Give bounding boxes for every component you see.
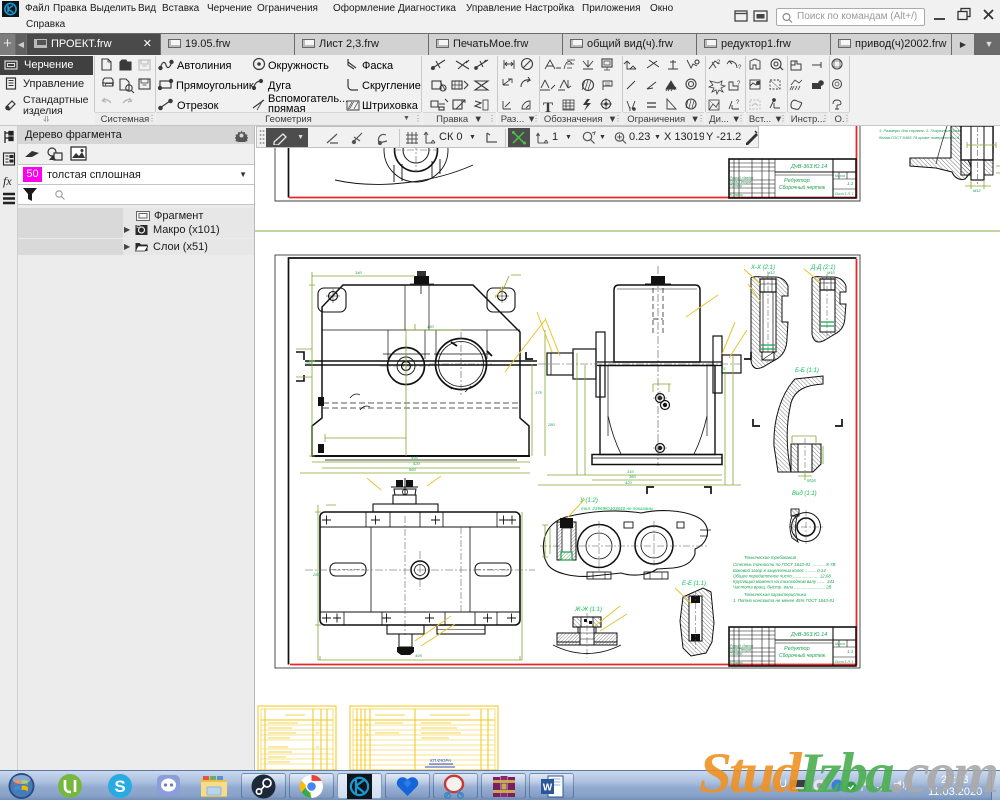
- svg-text:260: 260: [312, 572, 320, 577]
- svg-text:Технические требования: Технические требования: [744, 555, 797, 560]
- svg-text:М12: М12: [767, 270, 776, 275]
- svg-text:?: ?: [737, 81, 741, 87]
- svg-text:М16: М16: [807, 478, 816, 483]
- svg-text:Б-Б (1:1): Б-Б (1:1): [795, 368, 819, 374]
- svg-text:175: 175: [535, 390, 542, 395]
- svg-text:260: 260: [304, 360, 312, 365]
- svg-text:fx: fx: [3, 174, 12, 188]
- svg-text:495: 495: [411, 455, 418, 460]
- svg-text:?: ?: [736, 100, 740, 106]
- svg-text:КП.ФЮРА: КП.ФЮРА: [430, 758, 451, 763]
- svg-text:М10: М10: [827, 270, 836, 275]
- svg-text:T: T: [543, 100, 553, 112]
- svg-text:2: 2: [717, 60, 721, 66]
- svg-text:Частота вращ. быстр. вала ....: Частота вращ. быстр. вала ..............…: [733, 585, 832, 590]
- svg-text:Боковой зазор в зацеплении кол: Боковой зазор в зацеплении колес .......…: [733, 568, 826, 573]
- svg-text:130: 130: [427, 324, 434, 329]
- svg-text:495: 495: [415, 653, 422, 658]
- svg-text:340: 340: [355, 270, 362, 275]
- svg-text:М12: М12: [973, 188, 982, 193]
- svg-text:520: 520: [413, 461, 420, 466]
- svg-text:тол. 23569Ю103640 не показаны: тол. 23569Ю103640 не показаны: [581, 506, 654, 511]
- svg-text:45: 45: [721, 366, 726, 371]
- svg-text:Вид (1:1): Вид (1:1): [792, 491, 817, 497]
- svg-text:Степень точности по ГОСТ 1643-: Степень точности по ГОСТ 1643-81 .......…: [733, 562, 836, 567]
- svg-text:560: 560: [409, 467, 416, 472]
- svg-text:Крутящий момент на тихоходном: Крутящий момент на тихоходном валу .....…: [733, 579, 835, 584]
- svg-text:?: ?: [738, 65, 742, 71]
- svg-text:Е-Е (1:1): Е-Е (1:1): [682, 581, 706, 587]
- svg-text:280: 280: [547, 422, 555, 427]
- svg-text:Ж-Ж (1:1): Ж-Ж (1:1): [574, 607, 602, 613]
- svg-text:420: 420: [625, 480, 632, 485]
- svg-text:S: S: [114, 777, 125, 796]
- svg-text:360: 360: [629, 474, 636, 479]
- svg-text:Общее передаточное число .....: Общее передаточное число ...............…: [733, 574, 831, 579]
- svg-text:W: W: [543, 783, 553, 794]
- svg-text:1. Пятно контакта не менее 45%: 1. Пятно контакта не менее 45% ГОСТ 1643…: [733, 598, 835, 603]
- svg-text:Техническая характеристика: Техническая характеристика: [744, 592, 807, 597]
- svg-text:У (1:2): У (1:2): [579, 498, 598, 504]
